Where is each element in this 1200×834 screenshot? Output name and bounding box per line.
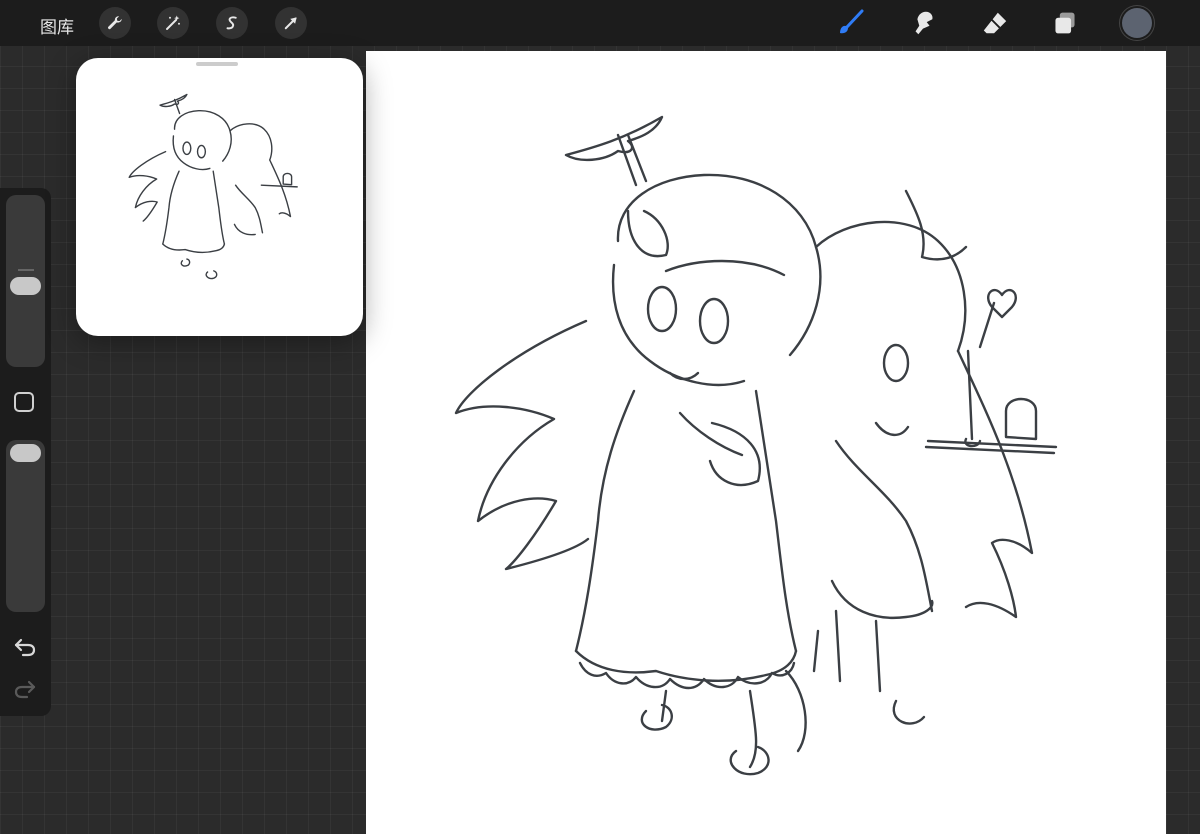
- slider-tick: [18, 269, 34, 271]
- redo-icon[interactable]: [12, 678, 38, 700]
- reference-window[interactable]: [76, 58, 363, 336]
- actions-wrench-icon[interactable]: [99, 7, 131, 39]
- adjustments-wand-icon[interactable]: [157, 7, 189, 39]
- undo-icon[interactable]: [12, 636, 38, 658]
- color-picker-swatch[interactable]: [1122, 8, 1152, 38]
- opacity-handle[interactable]: [10, 444, 41, 462]
- brush-icon[interactable]: [836, 8, 866, 38]
- modify-button[interactable]: [14, 392, 34, 412]
- top-toolbar: 图库: [0, 0, 1200, 46]
- transform-arrow-icon[interactable]: [275, 7, 307, 39]
- reference-thumbnail: [128, 93, 298, 280]
- reference-grab-handle[interactable]: [196, 62, 238, 66]
- brush-size-slider[interactable]: [6, 195, 45, 367]
- opacity-slider[interactable]: [6, 440, 45, 612]
- eraser-icon[interactable]: [980, 8, 1010, 38]
- brush-size-handle[interactable]: [10, 277, 41, 295]
- smudge-icon[interactable]: [908, 8, 938, 38]
- selection-icon[interactable]: [216, 7, 248, 39]
- gallery-button[interactable]: 图库: [40, 13, 74, 38]
- drawing-canvas[interactable]: [366, 51, 1166, 834]
- line-art-drawing: [454, 115, 1058, 776]
- layers-icon[interactable]: [1050, 8, 1080, 38]
- left-sidebar: [0, 188, 51, 716]
